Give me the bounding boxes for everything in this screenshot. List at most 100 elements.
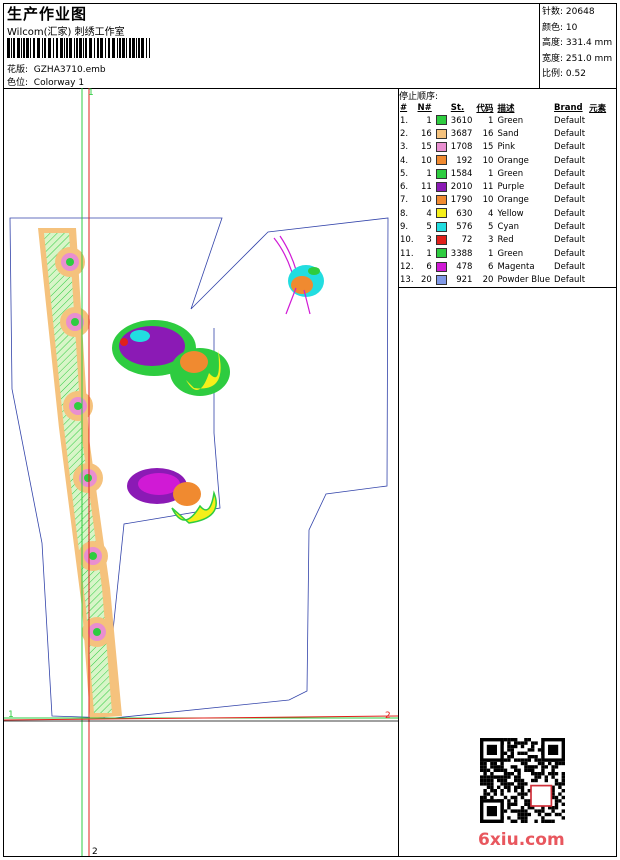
stitch-count: 630: [456, 208, 473, 219]
colorway-row: 色位: Colorway 1: [7, 75, 84, 88]
table-row: 7. 10 1790 10 Orange Default: [398, 194, 608, 207]
color-swatch: [434, 207, 449, 220]
thread-brand: Default: [554, 248, 586, 259]
swatch-chip: [435, 128, 447, 139]
stop-index: 10.: [400, 235, 414, 246]
table-row: 10. 3 72 3 Red Default: [398, 234, 608, 247]
color-code: 1: [488, 168, 494, 179]
color-code: 3: [488, 235, 494, 246]
element: [587, 167, 608, 180]
thread-brand: Default: [554, 275, 586, 286]
thread-brand: Default: [554, 155, 586, 166]
color-swatch: [434, 154, 449, 167]
col-description: 描述: [497, 103, 515, 114]
bunny-motif-upper: [112, 320, 230, 396]
color-description: Orange: [497, 195, 529, 206]
thread-brand: Default: [554, 115, 586, 126]
bow-motif: [273, 235, 324, 315]
swatch-chip: [435, 261, 447, 272]
table-row: 5. 1 1584 1 Green Default: [398, 167, 608, 180]
stat-stitches: 针数: 20648: [542, 7, 595, 17]
thread-brand: Default: [554, 142, 586, 153]
stitch-count: 3687: [450, 128, 473, 139]
swatch-chip: [435, 208, 447, 219]
stop-sequence-table: # N# St. 代码 描述 Brand 元素 1. 1 3610 1 Green Def…: [398, 101, 608, 287]
stop-index: 5.: [400, 168, 409, 179]
stitch-count: 921: [456, 275, 473, 286]
color-description: Pink: [497, 142, 516, 153]
col-element: 元素: [589, 103, 607, 114]
thread-brand: Default: [554, 128, 586, 139]
color-swatch: [434, 194, 449, 207]
color-description: Orange: [497, 155, 529, 166]
table-row: 12. 6 478 6 Magenta Default: [398, 260, 608, 273]
stat-colors: 颜色: 10: [542, 22, 578, 33]
color-swatch: [434, 220, 449, 233]
table-row: 9. 5 576 5 Cyan Default: [398, 220, 608, 233]
element: [587, 194, 608, 207]
marker-top-green: 1: [88, 88, 94, 98]
col-needle: N#: [417, 102, 432, 113]
stitch-count: 1790: [450, 195, 473, 206]
stop-index: 11.: [400, 248, 414, 259]
color-code: 1: [488, 248, 494, 259]
stitch-count: 72: [461, 235, 473, 246]
stitch-count: 1708: [450, 142, 473, 153]
color-swatch: [434, 180, 449, 193]
needle-number: 1: [426, 168, 432, 179]
stop-index: 6.: [400, 182, 409, 193]
needle-number: 1: [426, 248, 432, 259]
color-code: 20: [482, 275, 494, 286]
stop-index: 12.: [400, 261, 414, 272]
thread-brand: Default: [554, 168, 586, 179]
design-file-label: 花版:: [7, 65, 29, 75]
needle-number: 20: [420, 275, 432, 286]
element: [587, 274, 608, 287]
stat-height: 高度: 331.4 mm: [542, 38, 613, 48]
element: [587, 220, 608, 233]
barcode: [7, 38, 150, 58]
stop-index: 4.: [400, 155, 409, 166]
qr-code: [480, 738, 565, 823]
element: [587, 114, 608, 127]
needle-number: 15: [420, 142, 432, 153]
stop-index: 8.: [400, 208, 409, 219]
swatch-chip: [435, 155, 447, 166]
table-row: 8. 4 630 4 Yellow Default: [398, 207, 608, 220]
stat-scale: 比例: 0.52: [542, 69, 586, 79]
color-swatch: [434, 127, 449, 140]
stitch-count: 192: [456, 155, 473, 166]
embroidery-design-canvas: [4, 88, 398, 856]
color-swatch: [434, 141, 449, 154]
colorway-name: Colorway 1: [33, 78, 85, 88]
design-file-name: GZHA3710.emb: [33, 65, 106, 75]
swatch-chip: [435, 181, 447, 192]
color-code: 10: [482, 195, 494, 206]
swatch-chip: [435, 221, 447, 232]
color-code: 10: [482, 155, 494, 166]
color-swatch: [434, 234, 449, 247]
needle-number: 4: [426, 208, 432, 219]
marker-right-red: 2: [385, 711, 391, 721]
color-code: 4: [488, 208, 494, 219]
element: [587, 207, 608, 220]
table-row: 2. 16 3687 16 Sand Default: [398, 127, 608, 140]
bunny-motif-lower: [127, 468, 217, 524]
color-description: Powder Blue: [497, 275, 551, 286]
col-index: #: [400, 102, 408, 113]
color-code: 5: [488, 222, 494, 233]
stitch-count: 576: [456, 222, 473, 233]
stop-index: 2.: [400, 128, 409, 139]
col-code: 代码: [476, 103, 494, 114]
stats-divider: [539, 3, 540, 88]
color-code: 6: [488, 261, 494, 272]
element: [587, 260, 608, 273]
color-swatch: [434, 260, 449, 273]
thread-brand: Default: [554, 208, 586, 219]
swatch-chip: [435, 115, 447, 126]
color-description: Magenta: [497, 261, 535, 272]
table-row: 3. 15 1708 15 Pink Default: [398, 141, 608, 154]
needle-number: 10: [420, 195, 432, 206]
needle-number: 6: [426, 261, 432, 272]
stitch-count: 478: [456, 261, 473, 272]
